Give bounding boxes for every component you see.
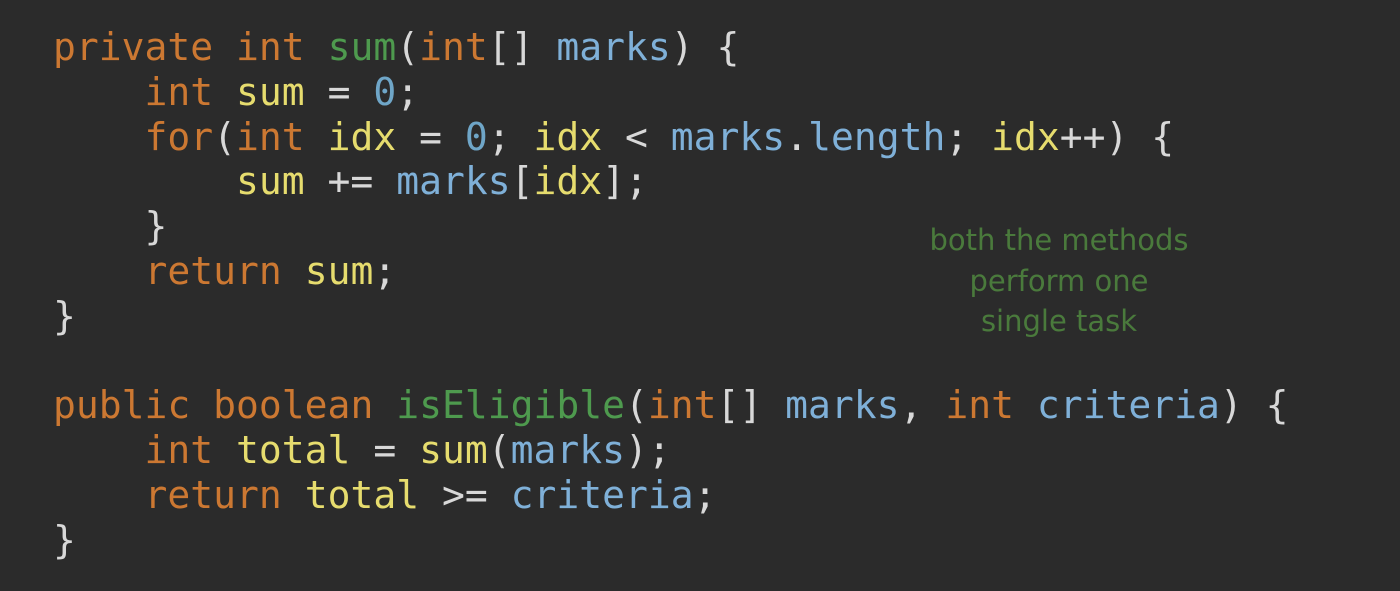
code-token-punc: ); xyxy=(625,428,671,473)
code-token-punc xyxy=(282,473,305,517)
annotation-note: both the methods perform one single task xyxy=(900,220,1218,342)
code-token-punc: [ xyxy=(510,159,534,204)
code-token-punc: ++) { xyxy=(1059,114,1175,159)
code-token-op: >= xyxy=(419,472,511,517)
code-token-punc xyxy=(213,428,236,472)
code-line[interactable]: int sum = 0; xyxy=(53,70,1289,115)
code-token-punc: ; xyxy=(693,472,717,517)
code-editor[interactable]: private int sum(int[] marks) { int sum =… xyxy=(0,0,1400,591)
code-token-num: 0 xyxy=(373,69,397,114)
code-token-param: marks xyxy=(510,428,625,473)
code-line[interactable]: return total >= criteria; xyxy=(53,473,1289,518)
code-token-var: total xyxy=(304,472,420,517)
code-token-punc xyxy=(53,115,145,159)
code-line[interactable] xyxy=(53,339,1289,384)
code-token-kw: public xyxy=(53,383,191,428)
code-token-punc: ; xyxy=(487,114,534,159)
code-token-punc xyxy=(53,204,145,248)
code-token-punc: ) { xyxy=(1219,383,1289,428)
code-token-punc xyxy=(305,115,328,159)
code-token-punc xyxy=(190,383,213,427)
code-token-kw: int xyxy=(236,25,305,69)
code-token-param: marks xyxy=(670,114,786,159)
code-token-kw: int xyxy=(144,428,214,473)
annotation-line: perform one xyxy=(969,263,1149,298)
code-token-punc xyxy=(1014,383,1037,427)
code-token-punc: ; xyxy=(396,69,420,114)
code-token-op: < xyxy=(602,114,671,159)
code-token-fn: sum xyxy=(327,25,397,69)
code-token-param: criteria xyxy=(510,472,694,517)
code-token-punc xyxy=(213,25,236,69)
code-line[interactable]: int total = sum(marks); xyxy=(53,428,1289,473)
code-token-kw: private xyxy=(53,25,214,69)
code-token-param: marks xyxy=(556,25,671,69)
code-token-kw: int xyxy=(144,69,214,114)
code-token-kw: return xyxy=(144,248,282,293)
code-line[interactable]: sum += marks[idx]; xyxy=(53,159,1289,204)
code-token-punc: ( xyxy=(396,25,420,69)
code-token-param: marks xyxy=(785,383,900,428)
annotation-line: both the methods xyxy=(929,223,1189,257)
code-line[interactable]: public boolean isEligible(int[] marks, i… xyxy=(53,383,1289,428)
code-token-punc: ) { xyxy=(670,25,740,69)
code-token-op: = xyxy=(396,114,465,159)
code-token-param: marks xyxy=(396,159,511,204)
code-token-kw: return xyxy=(144,472,282,517)
code-token-punc: ; xyxy=(373,248,397,293)
code-token-punc: } xyxy=(144,204,168,249)
code-token-punc xyxy=(53,159,236,203)
code-token-punc: } xyxy=(53,293,76,338)
code-token-punc xyxy=(53,428,145,472)
code-token-punc: } xyxy=(53,517,76,562)
code-token-punc xyxy=(53,473,145,517)
code-token-punc xyxy=(305,25,328,69)
code-token-param: criteria xyxy=(1036,383,1220,428)
code-token-var: total xyxy=(236,428,351,473)
code-token-var: sum xyxy=(236,159,305,204)
code-token-punc: ( xyxy=(487,428,511,473)
code-token-punc: ( xyxy=(213,114,237,159)
code-token-var: sum xyxy=(236,69,305,114)
code-token-kw: int xyxy=(419,25,488,69)
code-token-var: idx xyxy=(533,114,603,159)
code-token-punc xyxy=(373,383,396,427)
code-token-num: 0 xyxy=(464,114,488,159)
code-token-punc: ; xyxy=(945,114,992,159)
code-token-punc xyxy=(53,249,145,293)
code-token-kw: int xyxy=(236,114,305,159)
code-token-punc: , xyxy=(899,383,946,428)
code-token-kw: for xyxy=(144,114,214,159)
code-token-punc: [] xyxy=(487,25,557,69)
code-token-var: sum xyxy=(304,248,374,293)
code-token-punc xyxy=(213,70,236,114)
code-token-op: = xyxy=(350,428,420,473)
code-token-punc: ( xyxy=(625,383,648,428)
code-token-var: idx xyxy=(533,159,603,204)
code-token-punc xyxy=(53,70,145,114)
code-token-kw: int xyxy=(647,383,717,428)
code-token-op: = xyxy=(304,69,374,114)
code-token-punc: ]; xyxy=(602,159,648,204)
code-token-op: += xyxy=(304,159,397,204)
code-token-kw: boolean xyxy=(213,383,374,428)
code-token-punc xyxy=(282,249,305,293)
code-line[interactable]: private int sum(int[] marks) { xyxy=(53,25,1289,70)
code-token-punc: . xyxy=(785,114,809,159)
code-token-fn: isEligible xyxy=(396,383,625,428)
code-token-var: idx xyxy=(991,114,1060,159)
code-token-param: length xyxy=(808,114,946,159)
code-token-var: sum xyxy=(419,428,488,473)
code-line[interactable]: for(int idx = 0; idx < marks.length; idx… xyxy=(53,115,1289,160)
code-token-punc: [] xyxy=(716,383,786,428)
code-token-var: idx xyxy=(327,114,397,159)
code-line[interactable]: } xyxy=(53,518,1289,563)
code-token-kw: int xyxy=(945,383,1014,428)
annotation-line: single task xyxy=(980,304,1138,338)
